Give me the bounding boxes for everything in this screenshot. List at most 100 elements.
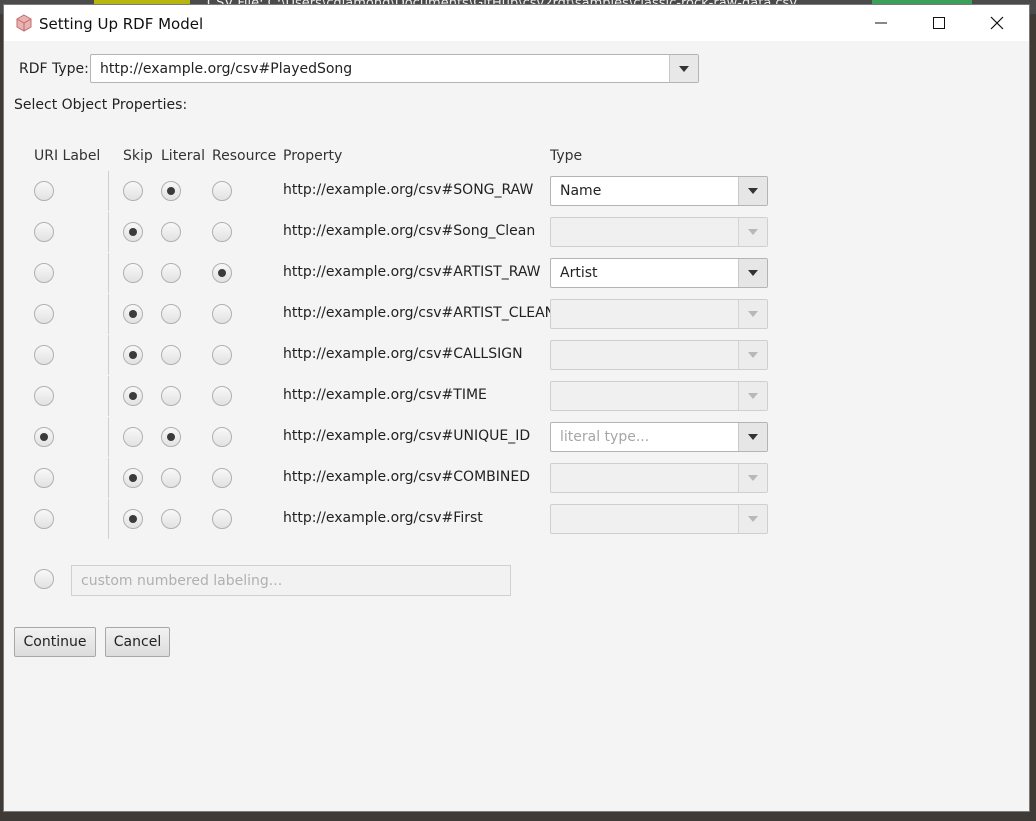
radio-resource-1[interactable] <box>212 181 232 201</box>
close-icon <box>990 16 1004 30</box>
type-dropdown-button <box>738 464 767 492</box>
column-separator <box>108 212 109 252</box>
radio-resource-8[interactable] <box>212 468 232 488</box>
type-dropdown-button <box>738 505 767 533</box>
type-value: Name <box>560 183 602 199</box>
column-header-literal: Literal <box>161 148 206 164</box>
property-name: http://example.org/csv#TIME <box>283 387 487 403</box>
chevron-down-icon <box>748 475 758 481</box>
column-separator <box>108 458 109 498</box>
radio-skip-5[interactable] <box>123 345 143 365</box>
radio-resource-7[interactable] <box>212 427 232 447</box>
radio-resource-3[interactable] <box>212 263 232 283</box>
property-name: http://example.org/csv#CALLSIGN <box>283 346 523 362</box>
maximize-button[interactable] <box>910 5 968 41</box>
column-separator <box>108 376 109 416</box>
cube-icon <box>16 14 32 32</box>
chevron-down-icon <box>748 270 758 276</box>
column-header-property: Property <box>283 148 343 164</box>
chevron-down-icon <box>748 229 758 235</box>
chevron-down-icon <box>748 188 758 194</box>
minimize-button[interactable] <box>852 5 910 41</box>
custom-label-field[interactable]: custom numbered labeling... <box>71 565 511 596</box>
radio-literal-1[interactable] <box>161 181 181 201</box>
rdf-type-dropdown-button[interactable] <box>669 55 698 82</box>
radio-resource-9[interactable] <box>212 509 232 529</box>
radio-selected-dot <box>218 269 226 277</box>
property-name: http://example.org/csv#SONG_RAW <box>283 182 534 198</box>
column-header-uri-label: URI Label <box>34 148 101 164</box>
title-bar[interactable]: Setting Up RDF Model <box>4 5 1029 41</box>
type-combobox <box>550 299 768 329</box>
type-dropdown-button <box>738 382 767 410</box>
radio-uri-9[interactable] <box>34 509 54 529</box>
type-placeholder: literal type... <box>560 429 650 445</box>
radio-selected-dot <box>167 433 175 441</box>
radio-uri-8[interactable] <box>34 468 54 488</box>
radio-literal-2[interactable] <box>161 222 181 242</box>
radio-uri-6[interactable] <box>34 386 54 406</box>
radio-literal-5[interactable] <box>161 345 181 365</box>
type-combobox[interactable]: literal type... <box>550 422 768 452</box>
chevron-down-icon <box>748 393 758 399</box>
type-combobox <box>550 504 768 534</box>
type-dropdown-button <box>738 218 767 246</box>
rdf-model-dialog: Setting Up RDF Model RDF Type: http://ex… <box>3 4 1030 812</box>
type-dropdown-button[interactable] <box>738 177 767 205</box>
radio-resource-5[interactable] <box>212 345 232 365</box>
column-header-skip: Skip <box>123 148 153 164</box>
window-title: Setting Up RDF Model <box>39 15 204 33</box>
type-combobox <box>550 217 768 247</box>
radio-resource-2[interactable] <box>212 222 232 242</box>
radio-uri-5[interactable] <box>34 345 54 365</box>
type-combobox <box>550 463 768 493</box>
minimize-icon <box>875 22 887 24</box>
radio-uri-2[interactable] <box>34 222 54 242</box>
type-combobox[interactable]: Name <box>550 176 768 206</box>
chevron-down-icon <box>748 352 758 358</box>
radio-skip-2[interactable] <box>123 222 143 242</box>
type-dropdown-button[interactable] <box>738 259 767 287</box>
radio-literal-4[interactable] <box>161 304 181 324</box>
radio-selected-dot <box>129 351 137 359</box>
property-name: http://example.org/csv#First <box>283 510 483 526</box>
radio-uri-7[interactable] <box>34 427 54 447</box>
radio-literal-8[interactable] <box>161 468 181 488</box>
radio-literal-6[interactable] <box>161 386 181 406</box>
custom-label-radio[interactable] <box>34 569 54 589</box>
column-header-type: Type <box>550 148 583 164</box>
chevron-down-icon <box>748 311 758 317</box>
column-header-resource: Resource <box>212 148 277 164</box>
radio-skip-8[interactable] <box>123 468 143 488</box>
radio-uri-3[interactable] <box>34 263 54 283</box>
radio-skip-6[interactable] <box>123 386 143 406</box>
continue-button[interactable]: Continue <box>14 627 96 657</box>
property-name: http://example.org/csv#COMBINED <box>283 469 530 485</box>
radio-literal-7[interactable] <box>161 427 181 447</box>
cancel-button[interactable]: Cancel <box>105 627 170 657</box>
radio-skip-1[interactable] <box>123 181 143 201</box>
radio-selected-dot <box>40 433 48 441</box>
radio-uri-4[interactable] <box>34 304 54 324</box>
radio-skip-4[interactable] <box>123 304 143 324</box>
column-separator <box>108 335 109 375</box>
radio-skip-9[interactable] <box>123 509 143 529</box>
radio-literal-9[interactable] <box>161 509 181 529</box>
radio-resource-6[interactable] <box>212 386 232 406</box>
type-dropdown-button[interactable] <box>738 423 767 451</box>
radio-resource-4[interactable] <box>212 304 232 324</box>
custom-label-placeholder: custom numbered labeling... <box>81 573 283 589</box>
type-combobox <box>550 340 768 370</box>
close-button[interactable] <box>968 5 1026 41</box>
column-separator <box>108 499 109 539</box>
select-properties-label: Select Object Properties: <box>14 97 188 113</box>
type-combobox[interactable]: Artist <box>550 258 768 288</box>
radio-skip-3[interactable] <box>123 263 143 283</box>
chevron-down-icon <box>748 434 758 440</box>
property-name: http://example.org/csv#Song_Clean <box>283 223 536 239</box>
radio-literal-3[interactable] <box>161 263 181 283</box>
radio-skip-7[interactable] <box>123 427 143 447</box>
rdf-type-label: RDF Type: <box>19 61 89 77</box>
radio-uri-1[interactable] <box>34 181 54 201</box>
rdf-type-combobox[interactable]: http://example.org/csv#PlayedSong <box>90 54 699 83</box>
